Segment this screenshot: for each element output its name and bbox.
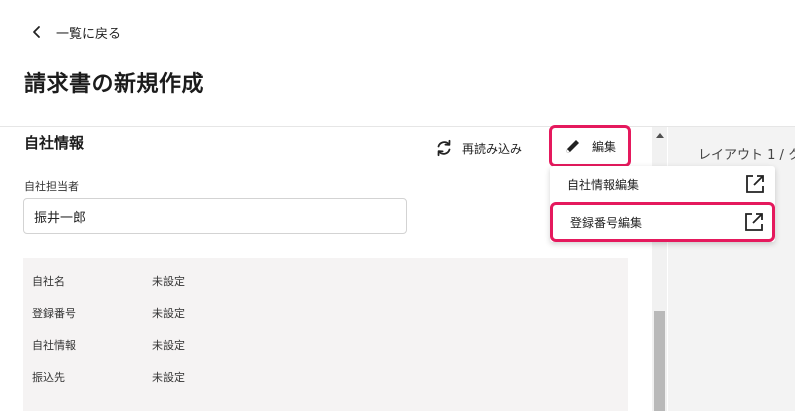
info-key: 自社名: [32, 275, 65, 288]
external-link-icon: [745, 213, 763, 231]
menu-item-edit-registration-number[interactable]: 登録番号編集: [550, 202, 775, 242]
info-value: 未設定: [152, 339, 185, 352]
info-key: 登録番号: [32, 307, 76, 320]
owner-input[interactable]: [23, 198, 407, 234]
menu-item-edit-company-info[interactable]: 自社情報編集: [550, 166, 775, 202]
edit-button[interactable]: 編集: [549, 125, 631, 167]
back-link-label: 一覧に戻る: [56, 26, 122, 42]
refresh-icon: [437, 139, 451, 157]
menu-item-label: 自社情報編集: [567, 177, 640, 192]
info-value: 未設定: [152, 371, 185, 384]
owner-field-label: 自社担当者: [24, 180, 79, 193]
page-title: 請求書の新規作成: [24, 72, 205, 97]
external-link-icon: [746, 175, 764, 193]
info-row-bank-account: 振込先 未設定: [32, 367, 185, 387]
edit-dropdown-menu: 自社情報編集 登録番号編集: [550, 166, 775, 242]
menu-item-label: 登録番号編集: [570, 215, 643, 230]
pencil-icon: [566, 140, 579, 153]
layout-label: レイアウト 1 / ク: [698, 148, 795, 163]
back-to-list-link[interactable]: 一覧に戻る: [28, 22, 121, 42]
reload-button[interactable]: 再読み込み: [434, 137, 522, 159]
scrollbar-thumb[interactable]: [654, 311, 665, 411]
chevron-left-icon: [33, 26, 40, 38]
info-row-company-details: 自社情報 未設定: [32, 335, 185, 355]
reload-label: 再読み込み: [462, 141, 523, 156]
info-value: 未設定: [152, 307, 185, 320]
section-title: 自社情報: [24, 134, 85, 152]
scroll-up-arrow-icon[interactable]: [656, 133, 664, 138]
info-key: 振込先: [32, 371, 65, 384]
info-value: 未設定: [152, 275, 185, 288]
edit-label: 編集: [591, 139, 616, 154]
info-row-registration-number: 登録番号 未設定: [32, 303, 185, 323]
info-key: 自社情報: [32, 339, 76, 352]
info-row-company-name: 自社名 未設定: [32, 271, 185, 291]
company-info-summary: 自社名 未設定 登録番号 未設定 自社情報 未設定 振込先 未設定: [23, 258, 628, 411]
